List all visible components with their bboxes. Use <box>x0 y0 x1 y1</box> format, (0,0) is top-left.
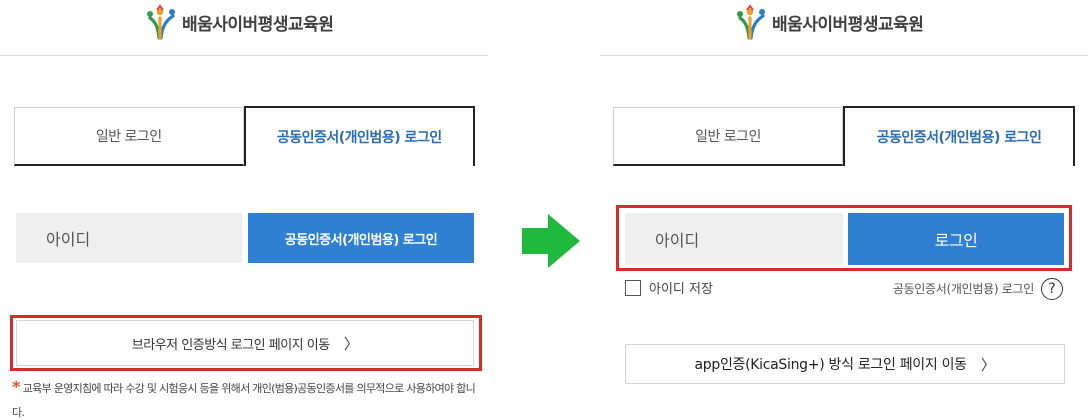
brand-logo[interactable]: 배움사이버평생교육원 <box>146 4 334 40</box>
people-logo-icon <box>147 4 175 40</box>
header: 배움사이버평생교육원 <box>0 0 488 56</box>
certificate-login-link[interactable]: 공동인증서(개인범용) 로그인 <box>893 280 1034 297</box>
tab-general-login[interactable]: 일반 로그인 <box>613 107 843 166</box>
save-id-checkbox[interactable] <box>625 279 641 296</box>
tab-certificate-login[interactable]: 공동인증서(개인범용) 로그인 <box>843 106 1075 166</box>
question-circle-icon[interactable]: ? <box>1041 278 1063 300</box>
notice-text: * 교육부 운영지침에 따라 수강 및 시험응시 등을 위해서 개인(범용)공동인… <box>12 375 482 420</box>
highlight-box <box>616 205 1072 271</box>
chevron-right-icon: 〉 <box>980 355 996 374</box>
tab-general-login[interactable]: 일반 로그인 <box>14 107 244 166</box>
asterisk-icon: * <box>12 377 20 396</box>
notice-body: 교육부 운영지침에 따라 수강 및 시험응시 등을 위해서 개인(범용)공동인증… <box>12 382 476 419</box>
save-id-label: 아이디 저장 <box>649 282 713 297</box>
save-id-option[interactable]: 아이디 저장 <box>625 278 713 297</box>
login-tabs: 일반 로그인 공동인증서(개인범용) 로그인 <box>14 106 475 166</box>
brand-logo[interactable]: 배움사이버평생교육원 <box>736 4 924 40</box>
app-auth-label: app인증(KicaSing+) 방식 로그인 페이지 이동 <box>694 357 968 373</box>
header: 배움사이버평생교육원 <box>600 0 1088 56</box>
login-tabs: 일반 로그인 공동인증서(개인범용) 로그인 <box>613 106 1075 166</box>
tab-certificate-login[interactable]: 공동인증서(개인범용) 로그인 <box>243 106 475 166</box>
brand-name: 배움사이버평생교육원 <box>772 14 924 35</box>
certificate-login-button[interactable]: 공동인증서(개인범용) 로그인 <box>248 213 474 263</box>
green-right-arrow-icon <box>522 214 580 268</box>
people-logo-icon <box>737 4 765 40</box>
app-auth-login-button[interactable]: app인증(KicaSing+) 방식 로그인 페이지 이동 〉 <box>625 344 1065 384</box>
brand-name: 배움사이버평생교육원 <box>182 14 334 35</box>
highlight-box <box>10 315 482 371</box>
id-input[interactable]: 아이디 <box>16 213 242 263</box>
before-login-panel: 배움사이버평생교육원 일반 로그인 공동인증서(개인범용) 로그인 아이디 공동… <box>0 0 488 420</box>
after-login-panel: 배움사이버평생교육원 일반 로그인 공동인증서(개인범용) 로그인 아이디 로그… <box>600 0 1088 420</box>
